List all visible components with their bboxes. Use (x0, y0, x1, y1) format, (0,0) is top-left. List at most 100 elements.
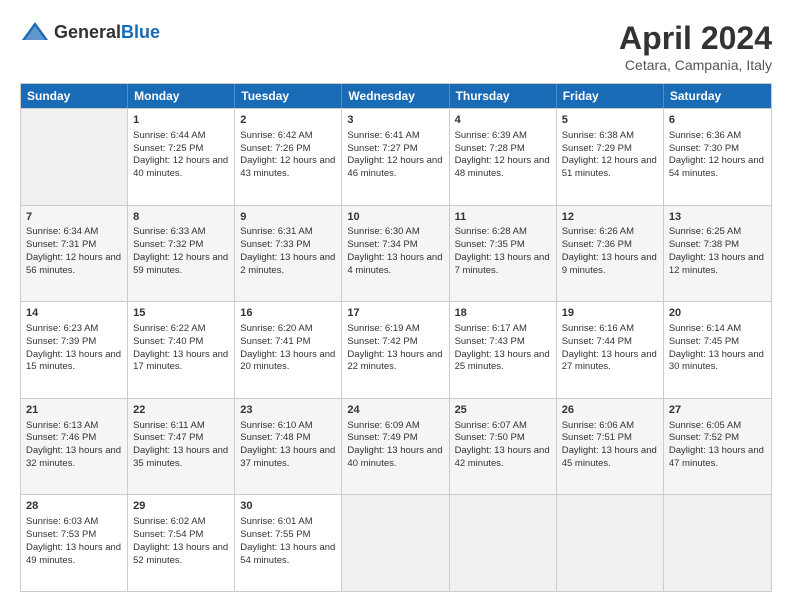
sunrise-text: Sunrise: 6:09 AM (347, 420, 419, 431)
daylight-text: Daylight: 13 hours and 12 minutes. (669, 252, 764, 276)
sunrise-text: Sunrise: 6:14 AM (669, 323, 741, 334)
sunrise-text: Sunrise: 6:41 AM (347, 130, 419, 141)
sunset-text: Sunset: 7:48 PM (240, 432, 310, 443)
day-number: 3 (347, 113, 443, 128)
day-number: 18 (455, 306, 551, 321)
daylight-text: Daylight: 13 hours and 9 minutes. (562, 252, 657, 276)
sunset-text: Sunset: 7:54 PM (133, 529, 203, 540)
daylight-text: Daylight: 13 hours and 30 minutes. (669, 349, 764, 373)
day-number: 7 (26, 210, 122, 225)
day-number: 13 (669, 210, 766, 225)
day-number: 5 (562, 113, 658, 128)
cal-cell-r0-c6: 6Sunrise: 6:36 AMSunset: 7:30 PMDaylight… (664, 109, 771, 205)
sunset-text: Sunset: 7:33 PM (240, 239, 310, 250)
day-number: 26 (562, 403, 658, 418)
cal-cell-r3-c0: 21Sunrise: 6:13 AMSunset: 7:46 PMDayligh… (21, 399, 128, 495)
cal-cell-r2-c2: 16Sunrise: 6:20 AMSunset: 7:41 PMDayligh… (235, 302, 342, 398)
day-number: 29 (133, 499, 229, 514)
day-number: 19 (562, 306, 658, 321)
day-number: 15 (133, 306, 229, 321)
cal-cell-r0-c0 (21, 109, 128, 205)
sunrise-text: Sunrise: 6:28 AM (455, 226, 527, 237)
header-sunday: Sunday (21, 84, 128, 108)
sunset-text: Sunset: 7:44 PM (562, 336, 632, 347)
cal-cell-r4-c2: 30Sunrise: 6:01 AMSunset: 7:55 PMDayligh… (235, 495, 342, 591)
day-number: 12 (562, 210, 658, 225)
day-number: 20 (669, 306, 766, 321)
day-number: 24 (347, 403, 443, 418)
sunset-text: Sunset: 7:47 PM (133, 432, 203, 443)
sunrise-text: Sunrise: 6:16 AM (562, 323, 634, 334)
day-number: 2 (240, 113, 336, 128)
sunset-text: Sunset: 7:39 PM (26, 336, 96, 347)
sunrise-text: Sunrise: 6:22 AM (133, 323, 205, 334)
cal-cell-r1-c0: 7Sunrise: 6:34 AMSunset: 7:31 PMDaylight… (21, 206, 128, 302)
header: GeneralBlue April 2024 Cetara, Campania,… (20, 20, 772, 73)
sunrise-text: Sunrise: 6:06 AM (562, 420, 634, 431)
sunset-text: Sunset: 7:42 PM (347, 336, 417, 347)
sunrise-text: Sunrise: 6:10 AM (240, 420, 312, 431)
header-friday: Friday (557, 84, 664, 108)
sunrise-text: Sunrise: 6:26 AM (562, 226, 634, 237)
daylight-text: Daylight: 13 hours and 47 minutes. (669, 445, 764, 469)
sunset-text: Sunset: 7:38 PM (669, 239, 739, 250)
header-thursday: Thursday (450, 84, 557, 108)
daylight-text: Daylight: 13 hours and 7 minutes. (455, 252, 550, 276)
day-number: 11 (455, 210, 551, 225)
sunrise-text: Sunrise: 6:33 AM (133, 226, 205, 237)
day-number: 27 (669, 403, 766, 418)
daylight-text: Daylight: 12 hours and 59 minutes. (133, 252, 228, 276)
cal-cell-r2-c1: 15Sunrise: 6:22 AMSunset: 7:40 PMDayligh… (128, 302, 235, 398)
sunset-text: Sunset: 7:46 PM (26, 432, 96, 443)
daylight-text: Daylight: 13 hours and 42 minutes. (455, 445, 550, 469)
cal-cell-r1-c4: 11Sunrise: 6:28 AMSunset: 7:35 PMDayligh… (450, 206, 557, 302)
title-block: April 2024 Cetara, Campania, Italy (619, 20, 772, 73)
daylight-text: Daylight: 13 hours and 17 minutes. (133, 349, 228, 373)
daylight-text: Daylight: 12 hours and 54 minutes. (669, 155, 764, 179)
calendar: Sunday Monday Tuesday Wednesday Thursday… (20, 83, 772, 592)
sunrise-text: Sunrise: 6:17 AM (455, 323, 527, 334)
day-number: 22 (133, 403, 229, 418)
sunrise-text: Sunrise: 6:36 AM (669, 130, 741, 141)
cal-cell-r4-c3 (342, 495, 449, 591)
sunrise-text: Sunrise: 6:39 AM (455, 130, 527, 141)
day-number: 30 (240, 499, 336, 514)
sunset-text: Sunset: 7:28 PM (455, 143, 525, 154)
cal-cell-r3-c1: 22Sunrise: 6:11 AMSunset: 7:47 PMDayligh… (128, 399, 235, 495)
cal-cell-r0-c5: 5Sunrise: 6:38 AMSunset: 7:29 PMDaylight… (557, 109, 664, 205)
sunrise-text: Sunrise: 6:44 AM (133, 130, 205, 141)
sunset-text: Sunset: 7:27 PM (347, 143, 417, 154)
cal-cell-r1-c1: 8Sunrise: 6:33 AMSunset: 7:32 PMDaylight… (128, 206, 235, 302)
header-tuesday: Tuesday (235, 84, 342, 108)
sunrise-text: Sunrise: 6:38 AM (562, 130, 634, 141)
main-title: April 2024 (619, 20, 772, 57)
cal-cell-r2-c4: 18Sunrise: 6:17 AMSunset: 7:43 PMDayligh… (450, 302, 557, 398)
header-wednesday: Wednesday (342, 84, 449, 108)
day-number: 25 (455, 403, 551, 418)
cal-cell-r0-c1: 1Sunrise: 6:44 AMSunset: 7:25 PMDaylight… (128, 109, 235, 205)
sunrise-text: Sunrise: 6:42 AM (240, 130, 312, 141)
cal-cell-r4-c4 (450, 495, 557, 591)
sunset-text: Sunset: 7:51 PM (562, 432, 632, 443)
calendar-row-4: 21Sunrise: 6:13 AMSunset: 7:46 PMDayligh… (21, 398, 771, 495)
daylight-text: Daylight: 13 hours and 20 minutes. (240, 349, 335, 373)
sunset-text: Sunset: 7:45 PM (669, 336, 739, 347)
daylight-text: Daylight: 12 hours and 46 minutes. (347, 155, 442, 179)
cal-cell-r1-c5: 12Sunrise: 6:26 AMSunset: 7:36 PMDayligh… (557, 206, 664, 302)
daylight-text: Daylight: 13 hours and 2 minutes. (240, 252, 335, 276)
cal-cell-r1-c3: 10Sunrise: 6:30 AMSunset: 7:34 PMDayligh… (342, 206, 449, 302)
sunrise-text: Sunrise: 6:07 AM (455, 420, 527, 431)
daylight-text: Daylight: 13 hours and 49 minutes. (26, 542, 121, 566)
daylight-text: Daylight: 12 hours and 48 minutes. (455, 155, 550, 179)
day-number: 16 (240, 306, 336, 321)
logo: GeneralBlue (20, 20, 160, 44)
sunrise-text: Sunrise: 6:20 AM (240, 323, 312, 334)
daylight-text: Daylight: 13 hours and 15 minutes. (26, 349, 121, 373)
calendar-body: 1Sunrise: 6:44 AMSunset: 7:25 PMDaylight… (21, 108, 771, 591)
sunset-text: Sunset: 7:26 PM (240, 143, 310, 154)
cal-cell-r3-c6: 27Sunrise: 6:05 AMSunset: 7:52 PMDayligh… (664, 399, 771, 495)
calendar-row-5: 28Sunrise: 6:03 AMSunset: 7:53 PMDayligh… (21, 494, 771, 591)
daylight-text: Daylight: 13 hours and 4 minutes. (347, 252, 442, 276)
day-number: 23 (240, 403, 336, 418)
day-number: 6 (669, 113, 766, 128)
